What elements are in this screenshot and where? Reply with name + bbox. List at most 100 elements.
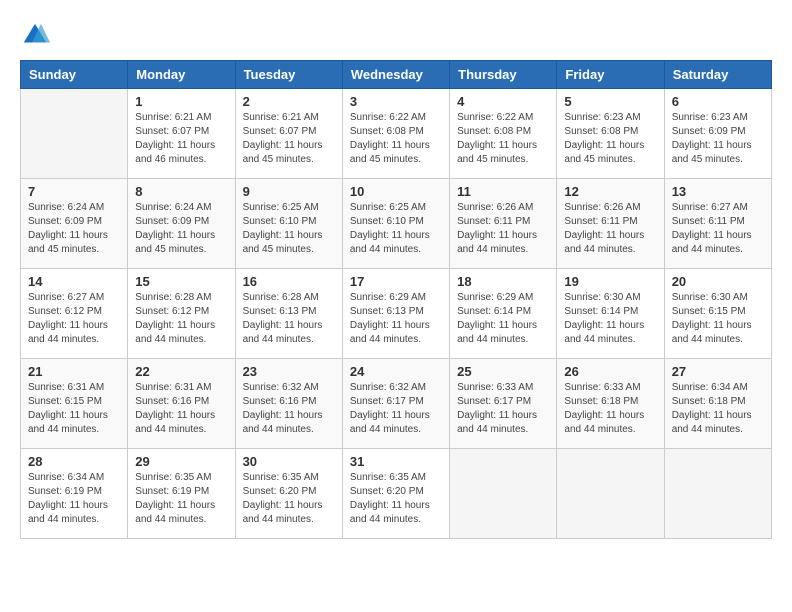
weekday-header: Wednesday [342,61,449,89]
calendar-cell: 4 Sunrise: 6:22 AMSunset: 6:08 PMDaylight… [450,89,557,179]
calendar-cell: 21 Sunrise: 6:31 AMSunset: 6:15 PMDayligh… [21,359,128,449]
day-info: Sunrise: 6:35 AMSunset: 6:20 PMDaylight:… [350,471,442,527]
day-number: 14 [28,274,120,289]
weekday-header: Monday [128,61,235,89]
logo [20,20,52,50]
calendar-cell: 31 Sunrise: 6:35 AMSunset: 6:20 PMDayligh… [342,449,449,539]
day-info: Sunrise: 6:21 AMSunset: 6:07 PMDaylight:… [243,111,335,167]
weekday-header: Sunday [21,61,128,89]
day-info: Sunrise: 6:26 AMSunset: 6:11 PMDaylight:… [564,201,656,257]
weekday-header: Thursday [450,61,557,89]
day-info: Sunrise: 6:26 AMSunset: 6:11 PMDaylight:… [457,201,549,257]
calendar-cell: 16 Sunrise: 6:28 AMSunset: 6:13 PMDayligh… [235,269,342,359]
calendar-cell: 11 Sunrise: 6:26 AMSunset: 6:11 PMDayligh… [450,179,557,269]
day-info: Sunrise: 6:32 AMSunset: 6:16 PMDaylight:… [243,381,335,437]
day-info: Sunrise: 6:27 AMSunset: 6:12 PMDaylight:… [28,291,120,347]
day-info: Sunrise: 6:23 AMSunset: 6:08 PMDaylight:… [564,111,656,167]
day-number: 25 [457,364,549,379]
calendar-cell: 28 Sunrise: 6:34 AMSunset: 6:19 PMDayligh… [21,449,128,539]
day-number: 9 [243,184,335,199]
calendar-cell: 1Sunrise: 6:21 AMSunset: 6:07 PMDaylight… [128,89,235,179]
day-number: 6 [672,94,764,109]
calendar-cell: 29Sunrise: 6:35 AMSunset: 6:19 PMDayligh… [128,449,235,539]
calendar-cell: 8 Sunrise: 6:24 AMSunset: 6:09 PMDaylight… [128,179,235,269]
weekday-header: Saturday [664,61,771,89]
day-number: 7 [28,184,120,199]
day-number: 19 [564,274,656,289]
day-number: 3 [350,94,442,109]
day-number: 1 [135,94,227,109]
day-info: Sunrise: 6:25 AMSunset: 6:10 PMDaylight:… [243,201,335,257]
day-info: Sunrise: 6:24 AMSunset: 6:09 PMDaylight:… [28,201,120,257]
calendar-cell: 6 Sunrise: 6:23 AMSunset: 6:09 PMDaylight… [664,89,771,179]
day-number: 4 [457,94,549,109]
calendar-cell: 23 Sunrise: 6:32 AMSunset: 6:16 PMDayligh… [235,359,342,449]
calendar-cell: 14 Sunrise: 6:27 AMSunset: 6:12 PMDayligh… [21,269,128,359]
calendar-cell: 24 Sunrise: 6:32 AMSunset: 6:17 PMDayligh… [342,359,449,449]
day-info: Sunrise: 6:34 AMSunset: 6:18 PMDaylight:… [672,381,764,437]
calendar-cell: 30Sunrise: 6:35 AMSunset: 6:20 PMDayligh… [235,449,342,539]
day-info: Sunrise: 6:23 AMSunset: 6:09 PMDaylight:… [672,111,764,167]
day-info: Sunrise: 6:27 AMSunset: 6:11 PMDaylight:… [672,201,764,257]
day-info: Sunrise: 6:34 AMSunset: 6:19 PMDaylight:… [28,471,120,527]
calendar-cell: 9 Sunrise: 6:25 AMSunset: 6:10 PMDaylight… [235,179,342,269]
day-info: Sunrise: 6:29 AMSunset: 6:13 PMDaylight:… [350,291,442,347]
day-number: 30 [243,454,335,469]
day-number: 15 [135,274,227,289]
day-info: Sunrise: 6:29 AMSunset: 6:14 PMDaylight:… [457,291,549,347]
calendar-cell: 17 Sunrise: 6:29 AMSunset: 6:13 PMDayligh… [342,269,449,359]
day-number: 5 [564,94,656,109]
day-info: Sunrise: 6:22 AMSunset: 6:08 PMDaylight:… [350,111,442,167]
day-number: 23 [243,364,335,379]
calendar-body: 1 Sunrise: 6:21 AMSunset: 6:07 PMDaylight… [21,89,772,539]
day-info: Sunrise: 6:22 AMSunset: 6:08 PMDaylight:… [457,111,549,167]
day-info: Sunrise: 6:28 AMSunset: 6:13 PMDaylight:… [243,291,335,347]
day-number: 24 [350,364,442,379]
page-header [20,20,772,50]
day-number: 13 [672,184,764,199]
day-info: Sunrise: 6:32 AMSunset: 6:17 PMDaylight:… [350,381,442,437]
day-info: Sunrise: 6:30 AMSunset: 6:14 PMDaylight:… [564,291,656,347]
day-number: 17 [350,274,442,289]
calendar-cell [450,449,557,539]
day-info: Sunrise: 6:31 AMSunset: 6:16 PMDaylight:… [135,381,227,437]
calendar-week-row: 7 Sunrise: 6:24 AMSunset: 6:09 PMDaylight… [21,179,772,269]
calendar-cell: 26 Sunrise: 6:33 AMSunset: 6:18 PMDayligh… [557,359,664,449]
day-number: 16 [243,274,335,289]
day-number: 29 [135,454,227,469]
day-number: 8 [135,184,227,199]
day-number: 12 [564,184,656,199]
day-number: 22 [135,364,227,379]
calendar-cell: 19 Sunrise: 6:30 AMSunset: 6:14 PMDayligh… [557,269,664,359]
calendar-cell: 18 Sunrise: 6:29 AMSunset: 6:14 PMDayligh… [450,269,557,359]
day-info: Sunrise: 6:33 AMSunset: 6:17 PMDaylight:… [457,381,549,437]
calendar-cell: 7 Sunrise: 6:24 AMSunset: 6:09 PMDaylight… [21,179,128,269]
day-number: 18 [457,274,549,289]
calendar-cell: 2Sunrise: 6:21 AMSunset: 6:07 PMDaylight… [235,89,342,179]
day-number: 31 [350,454,442,469]
day-number: 11 [457,184,549,199]
day-info: Sunrise: 6:33 AMSunset: 6:18 PMDaylight:… [564,381,656,437]
calendar-cell: 3 Sunrise: 6:22 AMSunset: 6:08 PMDaylight… [342,89,449,179]
day-number: 28 [28,454,120,469]
day-number: 10 [350,184,442,199]
weekday-header: Friday [557,61,664,89]
day-number: 21 [28,364,120,379]
day-number: 26 [564,364,656,379]
weekday-header: Tuesday [235,61,342,89]
logo-icon [20,20,50,50]
calendar-header: SundayMondayTuesdayWednesdayThursdayFrid… [21,61,772,89]
day-info: Sunrise: 6:25 AMSunset: 6:10 PMDaylight:… [350,201,442,257]
day-info: Sunrise: 6:28 AMSunset: 6:12 PMDaylight:… [135,291,227,347]
day-info: Sunrise: 6:31 AMSunset: 6:15 PMDaylight:… [28,381,120,437]
calendar-table: SundayMondayTuesdayWednesdayThursdayFrid… [20,60,772,539]
day-info: Sunrise: 6:24 AMSunset: 6:09 PMDaylight:… [135,201,227,257]
calendar-cell: 20Sunrise: 6:30 AMSunset: 6:15 PMDayligh… [664,269,771,359]
day-info: Sunrise: 6:30 AMSunset: 6:15 PMDaylight:… [672,291,764,347]
calendar-cell: 27Sunrise: 6:34 AMSunset: 6:18 PMDayligh… [664,359,771,449]
calendar-week-row: 1 Sunrise: 6:21 AMSunset: 6:07 PMDaylight… [21,89,772,179]
calendar-cell: 13 Sunrise: 6:27 AMSunset: 6:11 PMDayligh… [664,179,771,269]
calendar-week-row: 21 Sunrise: 6:31 AMSunset: 6:15 PMDayligh… [21,359,772,449]
calendar-week-row: 28 Sunrise: 6:34 AMSunset: 6:19 PMDayligh… [21,449,772,539]
calendar-week-row: 14 Sunrise: 6:27 AMSunset: 6:12 PMDayligh… [21,269,772,359]
